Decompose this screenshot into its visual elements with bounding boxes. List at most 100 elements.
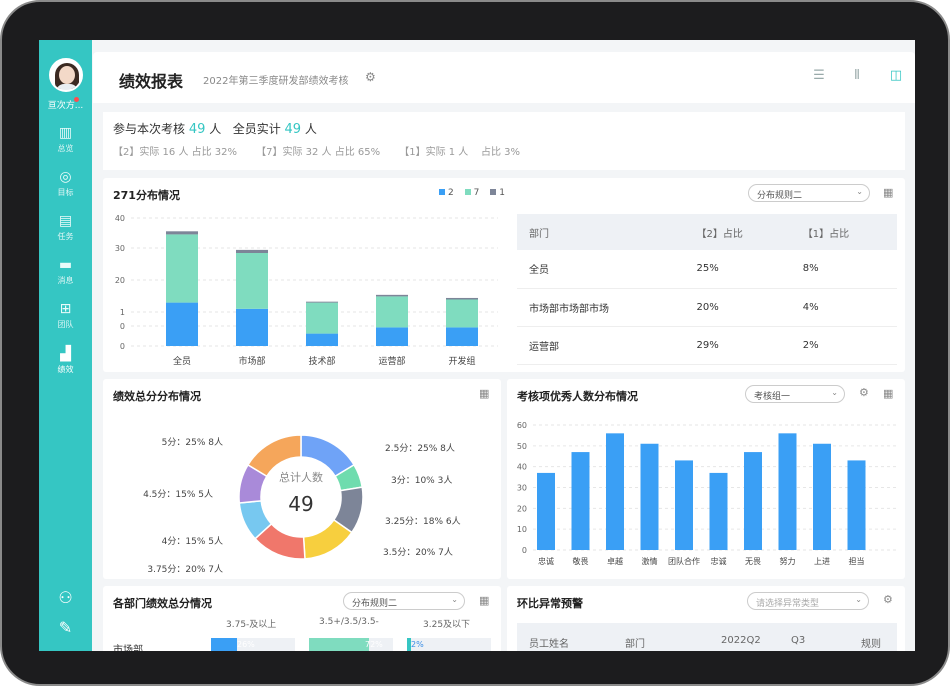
x-tick-label: 团队合作 (668, 556, 700, 566)
y-tick-label: 0 (120, 322, 125, 331)
slice-label: 3.75分：20% 7人 (147, 564, 223, 575)
tablet-frame: 亘次方... ▥ 总览 ◎ 目标 ▤ 任务 ▬ 消息 ⊞ 团队 ▟ 绩效 ⚇ ✎ 绩效报表 … (0, 0, 950, 686)
bar-segment (376, 294, 408, 297)
bar-track: 72% (309, 638, 393, 651)
card-title: 绩效总分分布情况 (113, 390, 201, 403)
bar-segment (446, 327, 478, 346)
bar-segment (376, 296, 408, 328)
settings-icon[interactable]: ⚙ (365, 70, 376, 84)
message-icon: ▬ (58, 257, 73, 273)
nav-item-team[interactable]: ⊞ 团队 (39, 301, 92, 330)
table-icon[interactable]: ▦ (479, 594, 489, 607)
task-icon: ▤ (58, 213, 73, 229)
y-tick-label: 0 (522, 546, 527, 555)
ratio-table: 部门 【2】占比 【1】占比 全员 25% 8% 市场部市场部市场 20% 4% 运营部 29… (517, 214, 897, 365)
column-header: 3.5+/3.5/3.5- (319, 617, 379, 627)
screen: 亘次方... ▥ 总览 ◎ 目标 ▤ 任务 ▬ 消息 ⊞ 团队 ▟ 绩效 ⚇ ✎ 绩效报表 … (39, 40, 915, 651)
dept-score-card: 各部门绩效总分情况 分布规则二 ⌄ ▦ 3.75-及以上 3.5+/3.5/3.5… (103, 586, 501, 651)
slice-label: 3.5分：20% 7人 (383, 547, 453, 558)
table-icon[interactable]: ▦ (883, 186, 893, 199)
score-distribution-card: 绩效总分分布情况 ▦ 总计人数 49 2.5分：25% 8人 3分：10% 3人 3.2… (103, 379, 501, 579)
rule-select[interactable]: 分布规则二 ⌄ (748, 184, 870, 202)
y-tick-label: 10 (517, 525, 527, 534)
avatar[interactable] (49, 58, 83, 92)
bar-segment (446, 297, 478, 300)
header: 绩效报表 2022年第三季度研发部绩效考核 ⚙ ☰ ⫴ ◫ (93, 52, 915, 103)
bar-segment (236, 253, 268, 309)
x-tick-label: 卓越 (607, 556, 623, 566)
x-tick-label: 上进 (814, 557, 830, 566)
page-title: 绩效报表 (119, 72, 184, 91)
table-header: 部门 【2】占比 【1】占比 (517, 214, 897, 250)
nav-item-performance[interactable]: ▟ 绩效 (39, 346, 92, 375)
slice-label: 3.25分：18% 6人 (385, 516, 461, 527)
rule-select[interactable]: 分布规则二 ⌄ (343, 592, 465, 610)
list-view-icon[interactable]: ☰ (810, 68, 828, 84)
anomaly-type-select[interactable]: 请选择异常类型 ⌄ (747, 592, 869, 610)
y-tick-label: 1 (120, 308, 125, 317)
legend-item: 1 (499, 188, 505, 198)
slice-label: 4分：15% 5人 (162, 536, 223, 547)
bar (571, 452, 590, 550)
user-name[interactable]: 亘次方... (39, 98, 92, 111)
stacked-bar-chart: 403020100全员 市场部 技术部 运营部 开发组 (115, 214, 498, 367)
team-icon: ⊞ (59, 301, 72, 317)
bar-track: 26% (211, 638, 295, 651)
dept-label: 市场部 (113, 645, 143, 651)
edit-icon[interactable]: ✎ (39, 618, 92, 637)
participation-summary: 参与本次考核 49 人 全员实计 49 人 (113, 122, 317, 137)
anomaly-table-header: 员工姓名 部门 2022Q2 Q3 规则 (517, 623, 897, 651)
x-tick-label: 努力 (780, 556, 796, 566)
bar-segment (236, 308, 268, 346)
performance-icon: ▟ (60, 346, 71, 362)
y-tick-label: 40 (115, 214, 125, 223)
donut-chart: 总计人数 49 2.5分：25% 8人 3分：10% 3人 3.25分：18% 6人 3.… (143, 434, 461, 575)
bar-segment (446, 299, 478, 328)
anomaly-card: 环比异常预警 请选择异常类型 ⌄ ⚙ 员工姓名 部门 2022Q2 Q3 规则 (507, 586, 905, 651)
x-tick-label: 无畏 (745, 557, 761, 566)
bar-segment (236, 249, 268, 253)
nav-item-goals[interactable]: ◎ 目标 (39, 169, 92, 198)
bar-segment (166, 234, 198, 303)
chevron-down-icon: ⌄ (831, 388, 838, 397)
nav-item-messages[interactable]: ▬ 消息 (39, 257, 92, 286)
chevron-down-icon: ⌄ (855, 595, 862, 604)
legend-item: 2 (448, 188, 454, 198)
bar-track: 2% (407, 638, 491, 651)
column-header: 3.25及以下 (423, 620, 471, 630)
bar (675, 460, 693, 550)
y-tick-label: 20 (517, 504, 527, 513)
x-tick-label: 开发组 (448, 355, 475, 367)
settings-icon[interactable]: ⚙ (859, 386, 869, 399)
target-icon: ◎ (59, 169, 72, 185)
add-user-icon[interactable]: ⚇ (39, 588, 92, 607)
slice-label: 2.5分：25% 8人 (385, 443, 455, 454)
card-title: 环比异常预警 (517, 597, 583, 610)
excellent-bar-chart: 0 10 20 30 40 50 60 忠诚 敬畏 卓越 激情 团队合作 忠诚 无畏 努力 上进 担当 (517, 421, 899, 566)
summary-panel: 参与本次考核 49 人 全员实计 49 人 【2】实际 16 人 占比 32% … (103, 112, 905, 170)
column-view-icon[interactable]: ⫴ (848, 68, 866, 84)
table-row: 全员 25% 8% (517, 250, 897, 289)
x-tick-label: 担当 (849, 556, 865, 566)
notification-dot (74, 97, 79, 102)
card-title: 各部门绩效总分情况 (113, 597, 212, 610)
bar (537, 472, 555, 550)
table-icon[interactable]: ▦ (883, 387, 893, 400)
table-icon[interactable]: ▦ (479, 387, 489, 400)
slice-label: 3分：10% 3人 (391, 475, 452, 486)
y-tick-label: 50 (517, 442, 527, 451)
legend-item: 7 (473, 188, 480, 198)
x-tick-label: 忠诚 (538, 556, 554, 566)
bar (778, 433, 797, 550)
settings-icon[interactable]: ⚙ (883, 593, 893, 606)
y-tick-label: 40 (517, 463, 527, 472)
chevron-down-icon: ⌄ (451, 595, 458, 604)
bar-fill: 2% (407, 638, 424, 651)
column-header: 3.75-及以上 (226, 620, 277, 630)
x-tick-label: 市场部 (238, 355, 265, 367)
nav-item-tasks[interactable]: ▤ 任务 (39, 213, 92, 242)
chart-view-icon[interactable]: ◫ (887, 68, 905, 84)
nav-item-overview[interactable]: ▥ 总览 (39, 125, 92, 154)
group-select[interactable]: 考核组一 ⌄ (745, 385, 845, 403)
y-tick-label: 60 (517, 421, 527, 430)
